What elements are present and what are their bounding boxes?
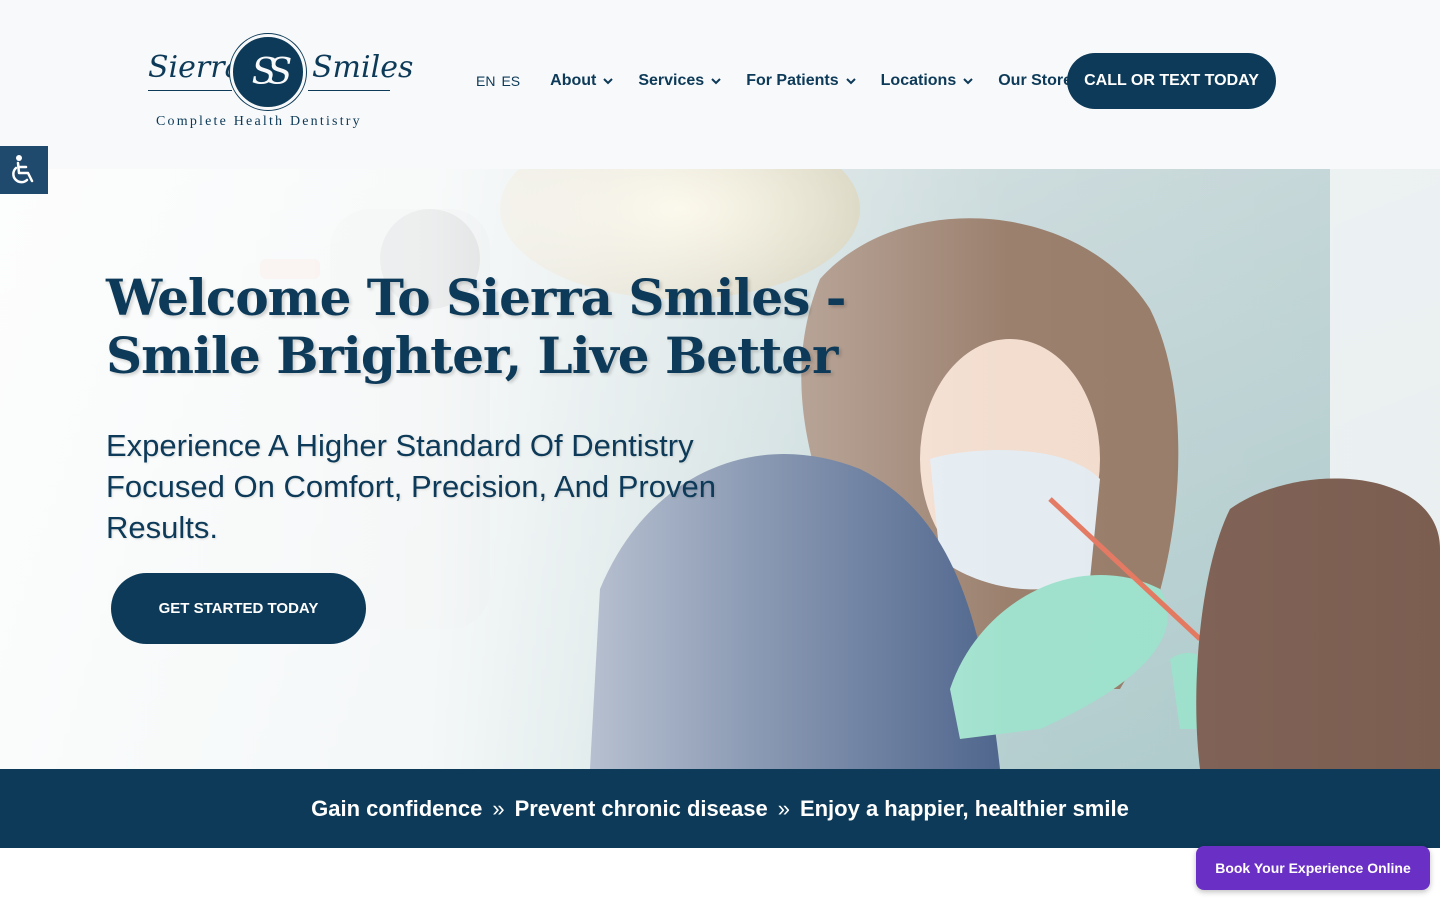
language-switcher: EN ES xyxy=(476,73,520,89)
benefit-item: Gain confidence xyxy=(311,795,483,821)
sierra-smiles-logo[interactable]: Sierra SS Smiles Complete Health Dentist… xyxy=(146,30,413,134)
nav-item-about[interactable]: About xyxy=(550,72,614,90)
hero-title-line2: Smile Brighter, Live Better xyxy=(106,326,838,385)
hero-title-line1: Welcome To Sierra Smiles - xyxy=(106,268,847,327)
get-started-button[interactable]: GET STARTED TODAY xyxy=(111,573,366,644)
chevron-down-icon xyxy=(603,78,614,85)
main-nav: EN ES About Services For Patients Locati… xyxy=(476,53,1092,109)
accessibility-button[interactable] xyxy=(0,146,48,194)
logo-tagline: Complete Health Dentistry xyxy=(156,114,362,129)
nav-item-for-patients[interactable]: For Patients xyxy=(746,72,856,90)
nav-label: Locations xyxy=(880,72,957,89)
nav-label: Our Store xyxy=(998,72,1073,89)
call-or-text-button[interactable]: CALL OR TEXT TODAY xyxy=(1067,53,1276,109)
logo-script-left: Sierra xyxy=(148,50,243,85)
wheelchair-icon xyxy=(12,155,34,184)
nav-label: Services xyxy=(638,72,705,89)
nav-label: For Patients xyxy=(746,72,839,89)
nav-item-services[interactable]: Services xyxy=(638,72,722,90)
hero-section: Welcome To Sierra Smiles - Smile Brighte… xyxy=(0,169,1440,769)
logo-monogram: SS xyxy=(230,34,306,110)
hero-subtitle: Experience A Higher Standard Of Dentistr… xyxy=(106,428,716,545)
separator-icon: » xyxy=(492,795,505,821)
nav-item-locations[interactable]: Locations xyxy=(881,72,975,90)
logo-underline-right xyxy=(308,90,390,91)
hero-title: Welcome To Sierra Smiles - Smile Brighte… xyxy=(106,268,847,385)
lang-en-link[interactable]: EN xyxy=(476,73,495,89)
logo-script-right: Smiles xyxy=(312,50,414,85)
benefits-banner: Gain confidence » Prevent chronic diseas… xyxy=(0,769,1440,848)
benefit-item: Prevent chronic disease xyxy=(514,795,768,821)
nav-item-our-store[interactable]: Our Store xyxy=(998,72,1072,90)
site-header: Sierra SS Smiles Complete Health Dentist… xyxy=(0,0,1440,169)
logo-underline-left xyxy=(148,90,232,91)
chevron-down-icon xyxy=(963,78,973,85)
separator-icon: » xyxy=(777,795,790,821)
nav-label: About xyxy=(550,72,597,89)
book-online-button[interactable]: Book Your Experience Online xyxy=(1196,846,1430,890)
lang-es-link[interactable]: ES xyxy=(501,73,520,89)
chevron-down-icon xyxy=(711,78,721,85)
chevron-down-icon xyxy=(845,78,856,85)
benefit-item: Enjoy a happier, healthier smile xyxy=(799,795,1129,821)
